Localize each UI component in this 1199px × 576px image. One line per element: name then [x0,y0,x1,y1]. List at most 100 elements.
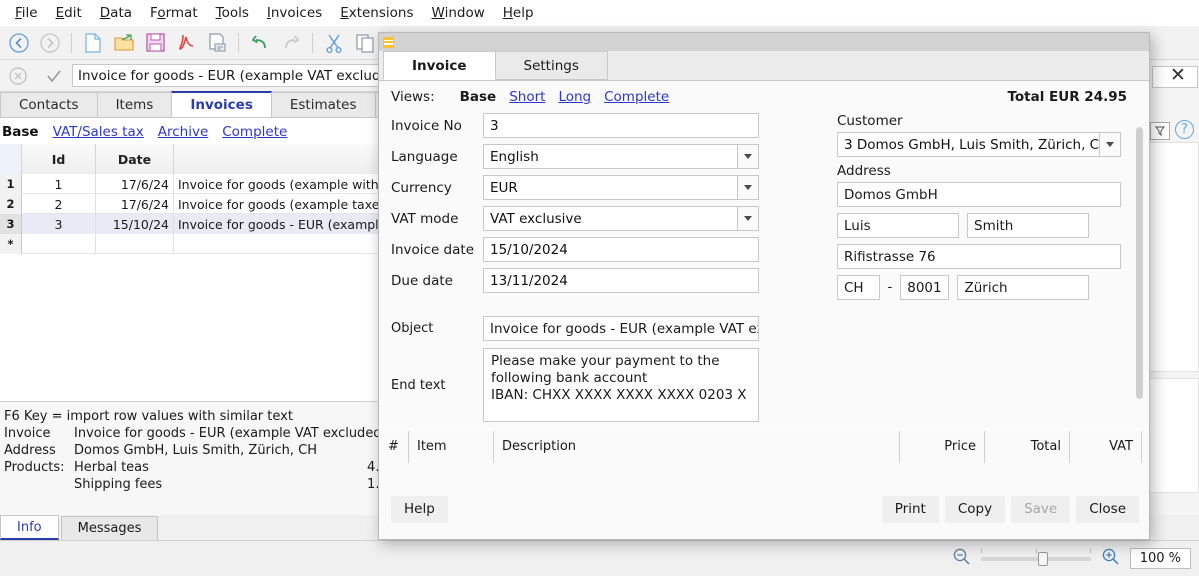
address-street-input[interactable]: Rifistrasse 76 [837,244,1121,269]
cell-id[interactable] [22,234,96,254]
menu-data[interactable]: Data [91,2,141,24]
row-number[interactable]: * [0,234,22,254]
due-date-input[interactable]: 13/11/2024 [483,268,759,293]
save-icon[interactable] [140,28,170,58]
items-column-total[interactable]: Total [985,430,1070,463]
view-base[interactable]: Base [460,89,497,105]
new-document-icon[interactable] [78,28,108,58]
menu-help[interactable]: Help [494,2,543,24]
dialog-title-bar[interactable] [379,33,1149,51]
dialog-tab-invoice[interactable]: Invoice [383,51,496,80]
chevron-down-icon[interactable] [737,175,759,200]
cut-icon[interactable] [319,28,349,58]
column-header-date[interactable]: Date [96,144,174,174]
zoom-level[interactable]: 100 % [1129,548,1191,569]
address-lastname-input[interactable]: Smith [967,213,1089,238]
close-button[interactable]: Close [1076,495,1139,523]
customer-input[interactable]: 3 Domos GmbH, Luis Smith, Zürich, CH [837,132,1099,157]
address-company-input[interactable]: Domos GmbH [837,182,1121,207]
accept-icon[interactable] [36,61,72,91]
label-language: Language [391,148,458,165]
redo-icon[interactable] [276,28,306,58]
tab-items[interactable]: Items [96,92,173,117]
invoice-date-input[interactable]: 15/10/2024 [483,237,759,262]
language-input[interactable]: English [483,144,737,169]
close-icon[interactable]: ✕ [1170,64,1186,86]
items-column-number[interactable]: # [379,430,409,463]
cell-id[interactable]: 1 [22,174,96,194]
subnav-complete[interactable]: Complete [222,124,287,140]
print-button[interactable]: Print [881,495,939,523]
items-column-price[interactable]: Price [900,430,985,463]
row-number[interactable]: 1 [0,174,22,194]
dialog-body: Views: Base Short Long Complete Total EU… [379,81,1149,539]
cancel-icon[interactable] [0,61,36,91]
items-column-item[interactable]: Item [409,430,494,463]
export-pdf-icon[interactable] [171,28,201,58]
column-header-id[interactable]: Id [22,144,96,174]
address-country-input[interactable]: CH [837,275,880,300]
cell-id[interactable]: 3 [22,214,96,234]
tab-info[interactable]: Info [0,515,59,540]
menu-format[interactable]: Format [141,2,207,24]
tab-estimates[interactable]: Estimates [270,92,376,117]
undo-icon[interactable] [245,28,275,58]
info-value: Invoice for goods - EUR (example VAT exc… [74,426,387,441]
currency-input[interactable]: EUR [483,175,737,200]
tab-invoices[interactable]: Invoices [171,91,272,117]
menu-edit[interactable]: Edit [47,2,91,24]
language-combo[interactable]: English [483,144,759,169]
zoom-in-icon[interactable] [1101,547,1120,570]
back-icon[interactable] [4,28,34,58]
copy-button[interactable]: Copy [944,495,1006,523]
address-firstname-input[interactable]: Luis [837,213,959,238]
copy-icon[interactable] [350,28,380,58]
cell-date[interactable] [96,234,174,254]
subnav-base[interactable]: Base [2,124,39,140]
cell-date[interactable]: 17/6/24 [96,174,174,194]
zoom-slider-thumb[interactable] [1037,551,1048,566]
cell-date[interactable]: 15/10/24 [96,214,174,234]
view-short[interactable]: Short [509,89,545,105]
invoice-no-input[interactable]: 3 [483,113,759,138]
currency-combo[interactable]: EUR [483,175,759,200]
customer-combo[interactable]: 3 Domos GmbH, Luis Smith, Zürich, CH [837,132,1121,157]
subnav-archive[interactable]: Archive [158,124,209,140]
view-long[interactable]: Long [558,89,591,105]
zoom-slider[interactable] [980,548,1091,566]
vat-mode-combo[interactable]: VAT exclusive [483,206,759,231]
object-input[interactable]: Invoice for goods - EUR (example VAT exc… [483,316,759,341]
address-postcode-input[interactable]: 8001 [900,275,950,300]
help-button[interactable]: Help [391,495,448,523]
table-corner-cell[interactable] [0,144,22,174]
row-number[interactable]: 3 [0,214,22,234]
vat-mode-input[interactable]: VAT exclusive [483,206,737,231]
menu-extensions[interactable]: Extensions [331,2,422,24]
chevron-down-icon[interactable] [737,144,759,169]
dialog-scrollbar[interactable] [1136,127,1143,399]
filter-icon[interactable] [1150,122,1170,140]
menu-window[interactable]: Window [423,2,494,24]
chevron-down-icon[interactable] [1099,132,1121,157]
menu-invoices[interactable]: Invoices [258,2,331,24]
address-city-input[interactable]: Zürich [957,275,1089,300]
cell-id[interactable]: 2 [22,194,96,214]
open-folder-icon[interactable] [109,28,139,58]
subnav-vat-sales-tax[interactable]: VAT/Sales tax [53,124,144,140]
items-column-description[interactable]: Description [494,430,900,463]
forward-icon[interactable] [35,28,65,58]
tab-contacts[interactable]: Contacts [0,92,98,117]
dialog-tab-settings[interactable]: Settings [494,51,608,80]
cell-date[interactable]: 17/6/24 [96,194,174,214]
menu-file[interactable]: File [6,2,47,24]
tab-messages[interactable]: Messages [60,516,159,540]
row-number[interactable]: 2 [0,194,22,214]
chevron-down-icon[interactable] [737,206,759,231]
menu-tools[interactable]: Tools [207,2,258,24]
print-icon[interactable] [202,28,232,58]
view-complete[interactable]: Complete [604,89,669,105]
items-column-vat[interactable]: VAT [1070,430,1142,463]
end-text-textarea[interactable]: Please make your payment to the followin… [483,348,759,422]
help-icon[interactable]: ? [1175,120,1194,139]
zoom-out-icon[interactable] [952,547,971,570]
